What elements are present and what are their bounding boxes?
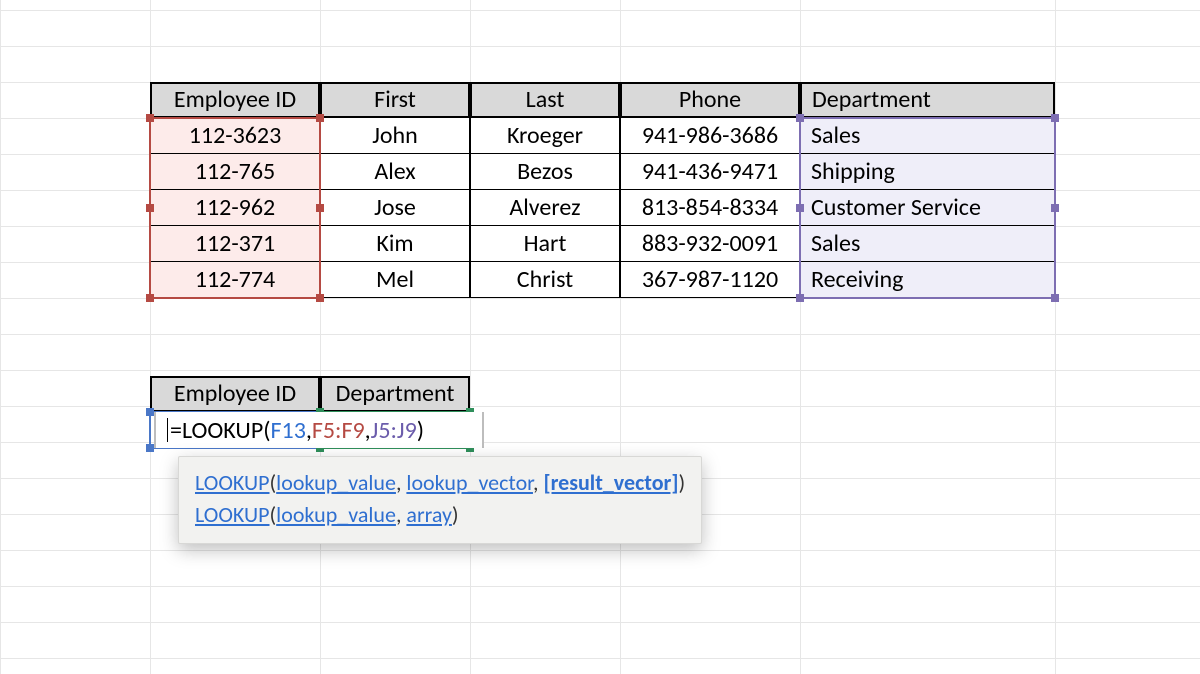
- tooltip-arg-link[interactable]: array: [406, 501, 452, 528]
- table-cell[interactable]: Customer Service: [800, 190, 1055, 226]
- spreadsheet[interactable]: Employee IDFirstLastPhoneDepartment112-3…: [0, 0, 1200, 674]
- table-cell[interactable]: Christ: [470, 262, 620, 298]
- table-cell[interactable]: 112-3623: [150, 118, 320, 154]
- table-cell[interactable]: Bezos: [470, 154, 620, 190]
- formula-arg-3: J5:J9: [371, 416, 417, 445]
- tooltip-text: ): [679, 469, 686, 496]
- tooltip-fn-link[interactable]: LOOKUP: [195, 469, 270, 496]
- table-header-department[interactable]: Department: [800, 82, 1055, 118]
- table-cell[interactable]: John: [320, 118, 470, 154]
- table-cell[interactable]: 112-962: [150, 190, 320, 226]
- tooltip-text: ,: [396, 469, 406, 496]
- table-cell[interactable]: Mel: [320, 262, 470, 298]
- tooltip-signature-2: LOOKUP(lookup_value, array): [195, 499, 685, 531]
- tooltip-text: ,: [533, 469, 543, 496]
- tooltip-arg-link[interactable]: lookup_vector: [406, 469, 533, 496]
- table-header-employee-id[interactable]: Employee ID: [150, 82, 320, 118]
- table-header-last[interactable]: Last: [470, 82, 620, 118]
- table-cell[interactable]: 112-765: [150, 154, 320, 190]
- function-tooltip: LOOKUP(lookup_value, lookup_vector, [res…: [178, 456, 702, 544]
- table-cell[interactable]: 112-371: [150, 226, 320, 262]
- table-cell[interactable]: Sales: [800, 226, 1055, 262]
- formula-arg-2: F5:F9: [312, 416, 365, 445]
- tooltip-fn-link[interactable]: LOOKUP: [195, 501, 270, 528]
- table-cell[interactable]: Kroeger: [470, 118, 620, 154]
- table-cell[interactable]: Alverez: [470, 190, 620, 226]
- table-cell[interactable]: Kim: [320, 226, 470, 262]
- table-header-phone[interactable]: Phone: [620, 82, 800, 118]
- table-cell[interactable]: 941-986-3686: [620, 118, 800, 154]
- table-cell[interactable]: Receiving: [800, 262, 1055, 298]
- tooltip-text: ): [452, 501, 459, 528]
- formula-text: ): [417, 416, 424, 445]
- lookup-table-header[interactable]: Employee ID: [150, 376, 320, 412]
- table-cell[interactable]: 112-774: [150, 262, 320, 298]
- table-cell[interactable]: 941-436-9471: [620, 154, 800, 190]
- table-cell[interactable]: Alex: [320, 154, 470, 190]
- table-cell[interactable]: 813-854-8334: [620, 190, 800, 226]
- tooltip-signature-1: LOOKUP(lookup_value, lookup_vector, [res…: [195, 467, 685, 499]
- table-cell[interactable]: Hart: [470, 226, 620, 262]
- formula-arg-1: F13: [271, 416, 306, 445]
- formula-text: =LOOKUP(: [170, 416, 271, 445]
- table-cell[interactable]: Sales: [800, 118, 1055, 154]
- table-cell[interactable]: 367-987-1120: [620, 262, 800, 298]
- formula-cell[interactable]: =LOOKUP(F13,F5:F9,J5:J9): [156, 412, 482, 448]
- tooltip-text: ,: [396, 501, 406, 528]
- table-cell[interactable]: 883-932-0091: [620, 226, 800, 262]
- lookup-table-header[interactable]: Department: [320, 376, 470, 412]
- table-header-first[interactable]: First: [320, 82, 470, 118]
- table-cell[interactable]: Shipping: [800, 154, 1055, 190]
- tooltip-arg-link-current[interactable]: [result_vector]: [543, 469, 678, 496]
- tooltip-arg-link[interactable]: lookup_value: [276, 501, 396, 528]
- table-cell[interactable]: Jose: [320, 190, 470, 226]
- tooltip-arg-link[interactable]: lookup_value: [276, 469, 396, 496]
